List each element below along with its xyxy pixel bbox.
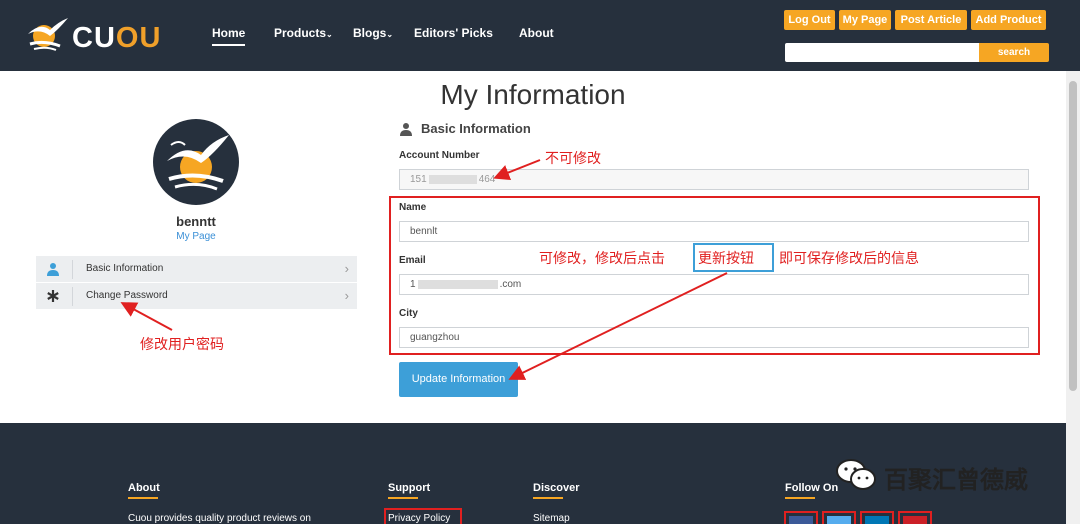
annotation-arrow-not-editable <box>493 159 541 181</box>
linkedin-icon[interactable] <box>860 511 894 524</box>
wechat-watermark: 百聚汇曾德威 <box>836 458 1028 494</box>
footer-discover-heading: Discover <box>533 482 580 499</box>
twitter-icon[interactable] <box>822 511 856 524</box>
scrollbar-thumb[interactable] <box>1069 81 1077 391</box>
footer-follow-heading: Follow On <box>785 482 839 499</box>
footer-about-text: Cuou provides quality product reviews on <box>128 513 311 524</box>
footer-about-heading: About <box>128 482 160 499</box>
annotation-policy-box <box>384 508 462 524</box>
wechat-icon <box>836 459 876 490</box>
facebook-icon[interactable] <box>784 511 818 524</box>
page-scrollbar[interactable] <box>1066 71 1080 524</box>
pinterest-icon[interactable] <box>898 511 932 524</box>
footer-sitemap-link[interactable]: Sitemap <box>533 513 570 524</box>
watermark-text: 百聚汇曾德威 <box>884 467 1028 494</box>
footer-support-heading: Support <box>388 482 431 499</box>
annotation-arrow-password <box>120 302 173 331</box>
annotation-arrow-update <box>508 272 728 380</box>
